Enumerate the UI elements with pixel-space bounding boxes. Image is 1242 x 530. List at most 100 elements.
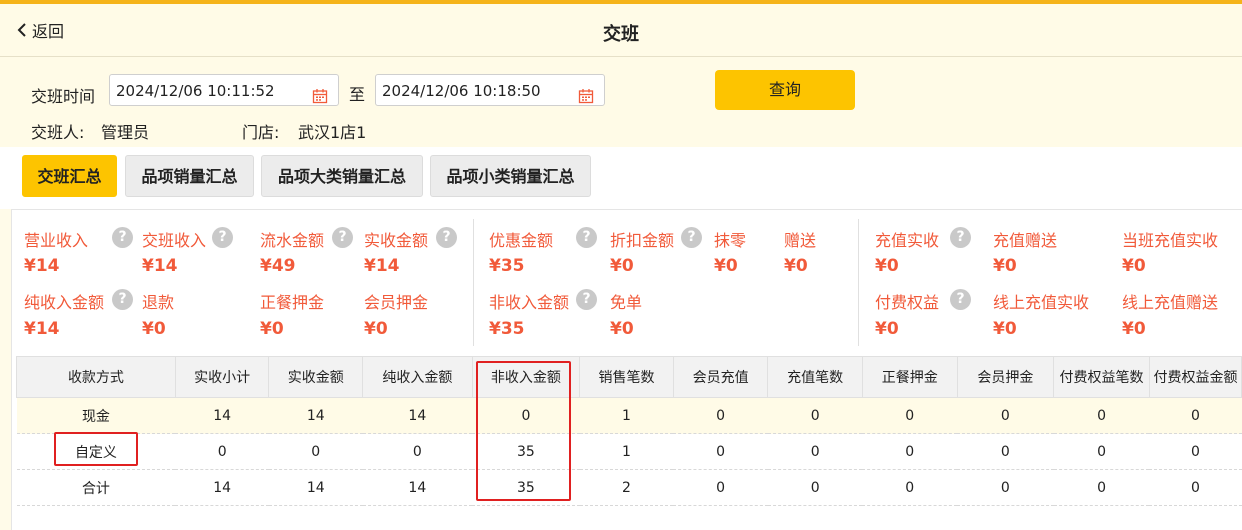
- table-cell: 0: [957, 433, 1054, 470]
- stat-label: 纯收入金额: [24, 293, 105, 312]
- stat-value: ¥0: [610, 256, 634, 276]
- stat-value: ¥0: [784, 256, 808, 276]
- stat-label: 充值赠送: [993, 231, 1058, 250]
- column-header: 实收金额: [268, 356, 364, 398]
- stat-value: ¥0: [875, 319, 899, 339]
- stat-value: ¥0: [364, 319, 388, 339]
- stat-value: ¥0: [142, 319, 166, 339]
- tab-bar: 交班汇总 品项销量汇总 品项大类销量汇总 品项小类销量汇总: [0, 147, 1242, 209]
- table-cell: 2: [579, 469, 674, 506]
- table-cell: 0: [1149, 469, 1242, 506]
- table-cell: 0: [175, 433, 269, 470]
- table-cell: 0: [957, 397, 1054, 434]
- time-label: 交班时间: [31, 87, 96, 106]
- table-cell: 现金: [16, 397, 176, 434]
- column-header: 付费权益笔数: [1053, 356, 1150, 398]
- tab-shift-summary[interactable]: 交班汇总: [22, 155, 117, 197]
- stats-divider: [858, 219, 859, 346]
- help-icon[interactable]: ?: [950, 289, 971, 310]
- table-cell: 1: [579, 433, 674, 470]
- column-header: 销售笔数: [579, 356, 674, 398]
- table-cell: 0: [1053, 397, 1150, 434]
- stat-value: ¥14: [24, 256, 60, 276]
- help-icon[interactable]: ?: [332, 227, 353, 248]
- stat-value: ¥35: [489, 319, 525, 339]
- calendar-icon[interactable]: [578, 83, 594, 115]
- stat-label: 线上充值赠送: [1122, 293, 1219, 312]
- table-cell: 0: [862, 433, 958, 470]
- stat-value: ¥0: [875, 256, 899, 276]
- stat-label: 非收入金额: [489, 293, 570, 312]
- table-cell: 0: [767, 397, 863, 434]
- stat-value: ¥0: [714, 256, 738, 276]
- page-title: 交班: [603, 24, 639, 45]
- help-icon[interactable]: ?: [681, 227, 702, 248]
- stat-label: 优惠金额: [489, 231, 554, 250]
- help-icon[interactable]: ?: [576, 289, 597, 310]
- table-cell: 0: [673, 469, 768, 506]
- table-cell: 0: [862, 397, 958, 434]
- column-header: 充值笔数: [767, 356, 863, 398]
- table-cell: 0: [1053, 469, 1150, 506]
- table-cell: 14: [175, 397, 269, 434]
- stat-value: ¥14: [364, 256, 400, 276]
- calendar-icon[interactable]: [312, 83, 328, 115]
- column-header: 正餐押金: [861, 356, 958, 398]
- help-icon[interactable]: ?: [112, 289, 133, 310]
- stat-value: ¥14: [24, 319, 60, 339]
- stat-label: 会员押金: [364, 293, 429, 312]
- stat-label: 实收金额: [364, 231, 429, 250]
- stat-label: 充值实收: [875, 231, 940, 250]
- stat-value: ¥0: [1122, 256, 1146, 276]
- table-row[interactable]: 现金 14 14 14 0 1 0 0 0 0 0 0: [16, 397, 1242, 434]
- help-icon[interactable]: ?: [436, 227, 457, 248]
- help-icon[interactable]: ?: [576, 227, 597, 248]
- tab-category-sales-summary[interactable]: 品项大类销量汇总: [261, 155, 423, 197]
- stat-label: 付费权益: [875, 293, 940, 312]
- query-button[interactable]: 查询: [715, 70, 855, 110]
- table-cell: 0: [767, 469, 863, 506]
- help-icon[interactable]: ?: [212, 227, 233, 248]
- column-header: 付费权益金额: [1148, 356, 1242, 398]
- table-cell: 14: [268, 397, 363, 434]
- stat-value: ¥0: [993, 256, 1017, 276]
- tab-item-sales-summary[interactable]: 品项销量汇总: [125, 155, 254, 197]
- column-header: 会员充值: [672, 356, 769, 398]
- tab-subcategory-sales-summary[interactable]: 品项小类销量汇总: [430, 155, 591, 197]
- column-header: 收款方式: [16, 356, 176, 398]
- table-cell: 0: [957, 469, 1054, 506]
- stat-value: ¥14: [142, 256, 178, 276]
- stat-value: ¥49: [260, 256, 296, 276]
- end-datetime-value: 2024/12/06 10:18:50: [382, 82, 541, 100]
- stat-value: ¥0: [993, 319, 1017, 339]
- annotation-highlight-box: [476, 361, 571, 501]
- store-label: 门店:: [242, 123, 280, 142]
- table-total-row[interactable]: 合计 14 14 14 35 2 0 0 0 0 0 0: [16, 469, 1242, 506]
- stat-label: 交班收入: [142, 231, 207, 250]
- end-datetime-field[interactable]: 2024/12/06 10:18:50: [375, 74, 605, 106]
- filter-panel: 交班时间 2024/12/06 10:11:52 至 2024/12/06 10…: [0, 57, 1242, 147]
- table-row[interactable]: 自定义 0 0 0 35 1 0 0 0 0 0 0: [16, 433, 1242, 470]
- table-cell: 0: [1149, 433, 1242, 470]
- table-cell: 0: [1053, 433, 1150, 470]
- table-header-row: 收款方式 实收小计 实收金额 纯收入金额 非收入金额 销售笔数 会员充值 充值笔…: [16, 356, 1242, 398]
- table-cell: 0: [673, 397, 768, 434]
- annotation-highlight-box: [54, 432, 138, 466]
- stats-divider: [473, 219, 474, 346]
- help-icon[interactable]: ?: [950, 227, 971, 248]
- table-cell: 1: [579, 397, 674, 434]
- help-icon[interactable]: ?: [112, 227, 133, 248]
- table-cell: 0: [862, 469, 958, 506]
- stat-label: 当班充值实收: [1122, 231, 1219, 250]
- stat-value: ¥0: [260, 319, 284, 339]
- stat-label: 赠送: [784, 231, 817, 250]
- table-cell: 14: [268, 469, 363, 506]
- to-label: 至: [349, 85, 366, 104]
- table-cell: 0: [362, 433, 473, 470]
- table-cell: 0: [767, 433, 863, 470]
- table-cell: 0: [1149, 397, 1242, 434]
- stat-value: ¥35: [489, 256, 525, 276]
- start-datetime-field[interactable]: 2024/12/06 10:11:52: [109, 74, 339, 106]
- stat-label: 免单: [610, 293, 643, 312]
- start-datetime-value: 2024/12/06 10:11:52: [116, 82, 275, 100]
